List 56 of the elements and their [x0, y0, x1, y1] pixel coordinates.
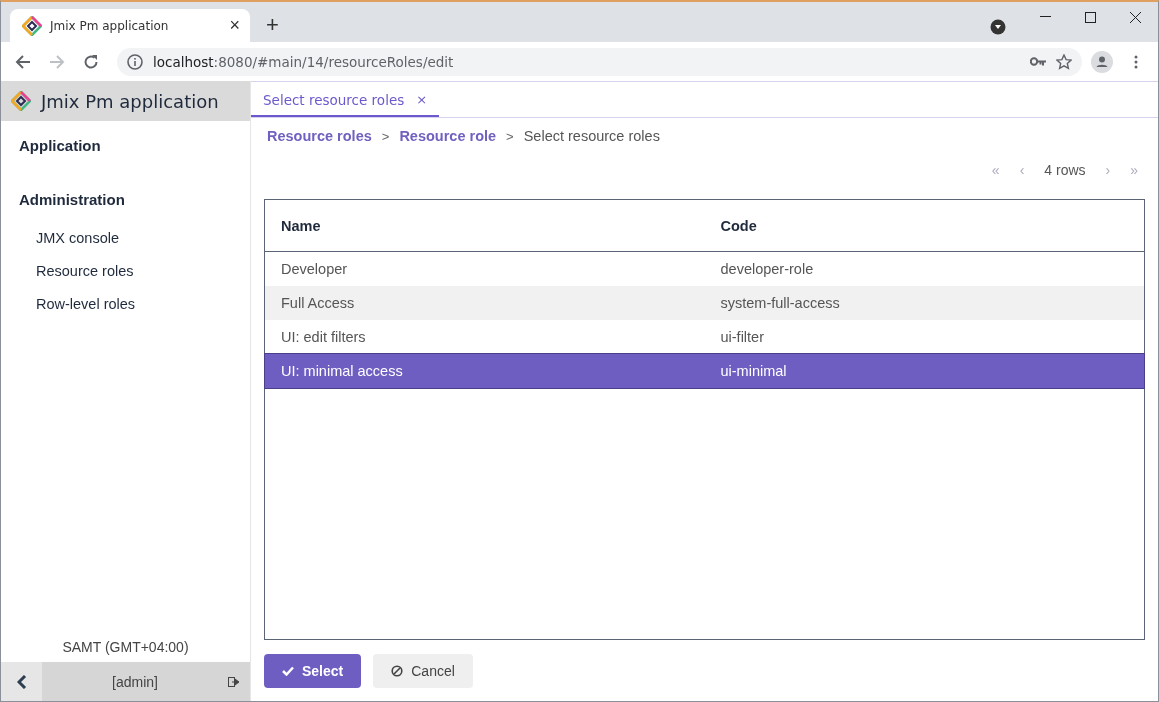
column-header[interactable]: Name	[265, 217, 705, 234]
breadcrumb-separator: >	[506, 128, 514, 144]
table-cell-text: UI: minimal access	[280, 363, 404, 379]
menu-icon[interactable]	[1134, 54, 1138, 69]
breadcrumb-separator: >	[381, 128, 390, 144]
column-header[interactable]: Code	[704, 217, 1144, 234]
app-logo-icon	[22, 15, 42, 36]
close-icon[interactable]	[1130, 11, 1141, 23]
minimize-icon[interactable]	[1040, 16, 1051, 18]
back-arrow-icon[interactable]	[15, 53, 31, 70]
profile-icon[interactable]	[1091, 50, 1113, 73]
check-icon	[282, 666, 294, 676]
select-button[interactable]: Select	[264, 654, 362, 688]
table-cell-text: system-full-access	[719, 295, 841, 311]
table-cell-text: ui-minimal	[719, 363, 788, 379]
table-cell-text: UI: edit filters	[280, 329, 367, 345]
chevron-left-icon	[16, 674, 27, 689]
reload-icon[interactable]	[83, 53, 99, 70]
star-icon[interactable]	[1056, 53, 1072, 70]
new-tab-button[interactable]: +	[260, 11, 285, 39]
table-row[interactable]: UI: edit filters ui-filter	[265, 320, 1144, 354]
table-cell-text: ui-filter	[719, 329, 765, 345]
row-count: 4 rows	[1043, 162, 1087, 178]
info-icon[interactable]	[127, 53, 143, 70]
tab-close-button[interactable]: ×	[229, 15, 240, 36]
key-icon[interactable]	[1030, 57, 1046, 66]
menu-group[interactable]: Administration	[1, 181, 250, 220]
table-cell-text: Developer	[280, 261, 349, 277]
tab-close-icon[interactable]: ×	[416, 92, 428, 107]
browser-tab[interactable]: Jmix Pm application ×	[10, 9, 250, 42]
breadcrumb-link[interactable]: Resource role	[399, 128, 497, 144]
menu-item[interactable]: Row-level roles	[1, 289, 250, 322]
user-name[interactable]: [admin]	[42, 673, 228, 690]
screen-tab[interactable]: Select resource roles ×	[251, 82, 440, 117]
cancel-button[interactable]: Cancel	[373, 654, 473, 688]
menu-group[interactable]: Application	[1, 127, 250, 166]
app-logo-icon	[11, 91, 31, 111]
breadcrumb-link[interactable]: Resource roles	[267, 128, 372, 144]
timezone-label: SAMT (GMT+04:00)	[61, 639, 190, 657]
breadcrumb-current: Select resource roles	[523, 128, 660, 144]
media-control-icon[interactable]	[990, 19, 1006, 35]
table-row[interactable]: Developer developer-role	[265, 252, 1144, 286]
collapse-button[interactable]	[1, 662, 42, 701]
cancel-icon	[391, 665, 404, 677]
table-row[interactable]: Full Access system-full-access	[265, 286, 1144, 320]
table-row[interactable]: UI: minimal access ui-minimal	[265, 354, 1144, 388]
table-cell-text: developer-role	[719, 261, 815, 277]
menu-item[interactable]: Resource roles	[1, 256, 250, 289]
logout-icon[interactable]	[228, 676, 240, 687]
url-text: localhost:8080/#main/14/resourceRoles/edit	[153, 53, 455, 70]
table-cell-text: Full Access	[280, 295, 356, 311]
app-title: Jmix Pm application	[41, 90, 219, 112]
tab-title: Jmix Pm application	[50, 18, 170, 33]
maximize-icon[interactable]	[1085, 11, 1096, 23]
menu-item[interactable]: JMX console	[1, 223, 250, 256]
address-bar[interactable]: localhost:8080/#main/14/resourceRoles/edit	[117, 47, 1082, 76]
